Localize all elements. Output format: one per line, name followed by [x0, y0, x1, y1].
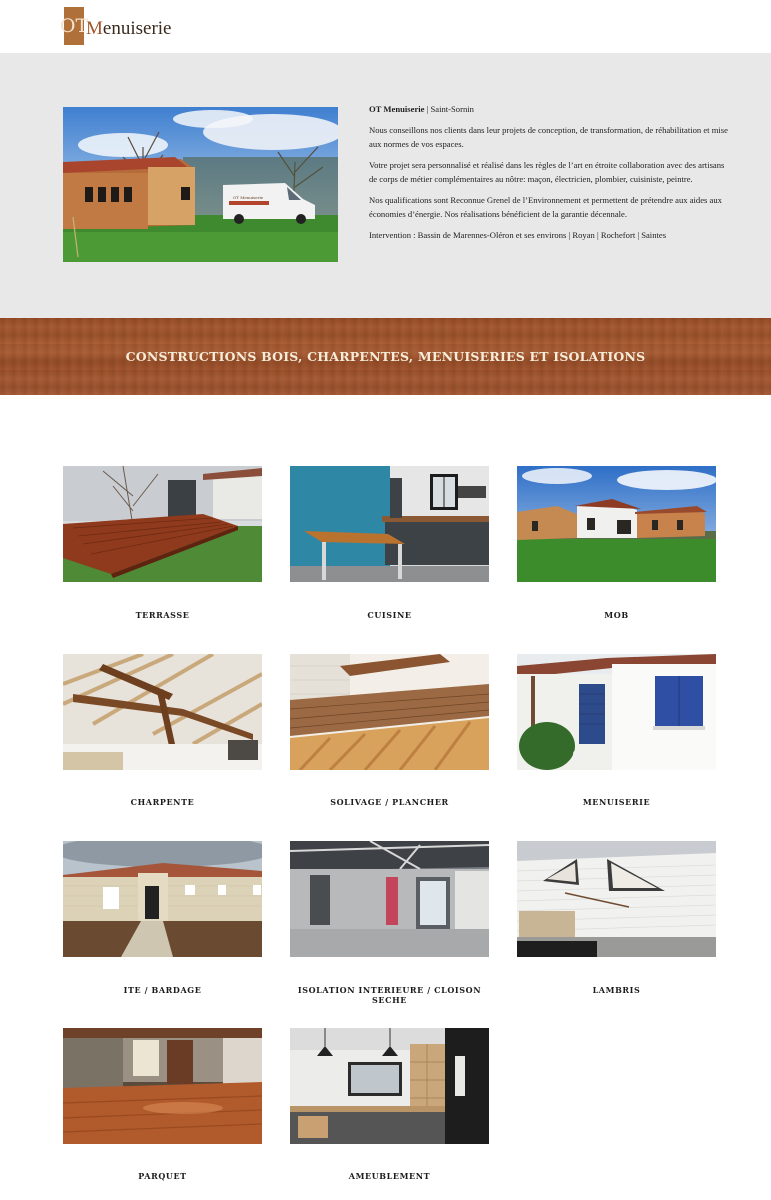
- gallery-item-isolation-interieure[interactable]: ISOLATION INTERIEURE / CLOISON SECHE: [290, 841, 489, 1005]
- intro-company-line: OT Menuiserie | Saint-Sornin: [369, 104, 474, 114]
- van-logo-text: OT Menuiserie: [233, 195, 264, 200]
- intro-text: OT Menuiserie | Saint-Sornin Nous consei…: [369, 102, 734, 248]
- gallery-item-ameublement[interactable]: AMEUBLEMENT: [290, 1028, 489, 1181]
- intro-paragraph-3: Nos qualifications sont Reconnue Grenel …: [369, 194, 722, 220]
- intro-section: OT Menuiserie OT Menuiserie | Saint-Sorn…: [0, 53, 771, 318]
- gallery-label[interactable]: AMEUBLEMENT: [290, 1171, 489, 1181]
- services-banner-title: CONSTRUCTIONS BOIS, CHARPENTES, MENUISER…: [125, 349, 646, 364]
- gallery-item-parquet[interactable]: PARQUET: [63, 1028, 262, 1181]
- lambris-photo[interactable]: [517, 841, 716, 957]
- gallery-label[interactable]: SOLIVAGE / PLANCHER: [290, 797, 489, 807]
- ameublement-photo[interactable]: [290, 1028, 489, 1144]
- gallery-item-solivage-plancher[interactable]: SOLIVAGE / PLANCHER: [290, 654, 489, 807]
- gallery-label[interactable]: ITE / BARDAGE: [63, 985, 262, 995]
- parquet-photo[interactable]: [63, 1028, 262, 1144]
- gallery-label[interactable]: LAMBRIS: [517, 985, 716, 995]
- gallery-item-mob[interactable]: MOB: [517, 466, 716, 620]
- gallery-item-cuisine[interactable]: CUISINE: [290, 466, 489, 620]
- logo-mark: OT: [60, 7, 88, 45]
- terrasse-photo[interactable]: [63, 466, 262, 582]
- gallery-label[interactable]: MENUISERIE: [517, 797, 716, 807]
- gallery-item-ite-bardage[interactable]: ITE / BARDAGE: [63, 841, 262, 995]
- gallery-label[interactable]: TERRASSE: [63, 610, 262, 620]
- site-header: OT Menuiserie: [0, 0, 771, 53]
- gallery-label[interactable]: ISOLATION INTERIEURE / CLOISON SECHE: [290, 985, 489, 1005]
- services-gallery: TERRASSE CUISINE MOB CHARPENTE SOLIVAGE …: [0, 395, 771, 1200]
- mob-photo[interactable]: [517, 466, 716, 582]
- cuisine-photo[interactable]: [290, 466, 489, 582]
- gallery-label[interactable]: PARQUET: [63, 1171, 262, 1181]
- solivage-photo[interactable]: [290, 654, 489, 770]
- gallery-label[interactable]: CUISINE: [290, 610, 489, 620]
- gallery-item-terrasse[interactable]: TERRASSE: [63, 466, 262, 620]
- isolation-photo[interactable]: [290, 841, 489, 957]
- intro-paragraph-1: Nous conseillons nos clients dans leur p…: [369, 124, 728, 150]
- intro-paragraph-4: Intervention : Bassin de Marennes-Oléron…: [369, 229, 667, 240]
- gallery-item-menuiserie[interactable]: MENUISERIE: [517, 654, 716, 807]
- menuiserie-photo[interactable]: [517, 654, 716, 770]
- intro-photo-wooden-house-and-van: OT Menuiserie: [63, 107, 338, 262]
- gallery-item-charpente[interactable]: CHARPENTE: [63, 654, 262, 807]
- gallery-item-lambris[interactable]: LAMBRIS: [517, 841, 716, 995]
- gallery-label[interactable]: CHARPENTE: [63, 797, 262, 807]
- charpente-photo[interactable]: [63, 654, 262, 770]
- logo-text: Menuiserie: [86, 18, 172, 39]
- site-logo[interactable]: OT Menuiserie: [60, 6, 186, 46]
- gallery-label[interactable]: MOB: [517, 610, 716, 620]
- ite-bardage-photo[interactable]: [63, 841, 262, 957]
- services-banner: CONSTRUCTIONS BOIS, CHARPENTES, MENUISER…: [0, 318, 771, 395]
- intro-paragraph-2: Votre projet sera personnalisé et réalis…: [369, 159, 725, 185]
